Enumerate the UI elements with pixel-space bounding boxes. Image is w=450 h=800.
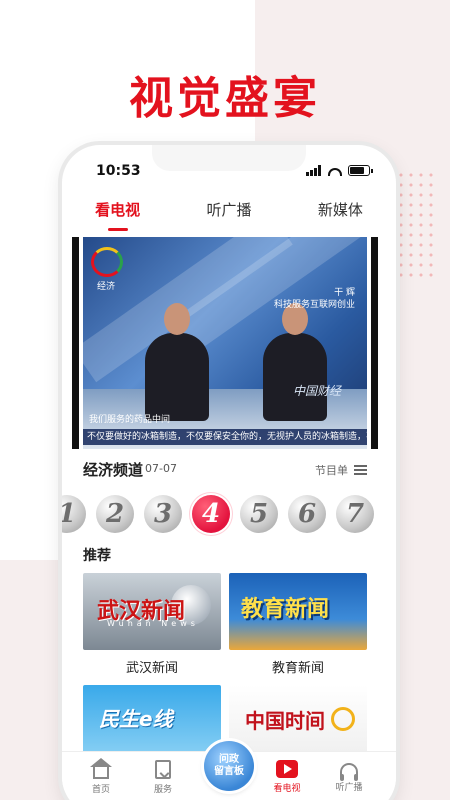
card-label: 教育新闻	[271, 661, 324, 676]
nav-label: 首页	[91, 785, 110, 795]
channel-button-5[interactable]: 5	[240, 495, 278, 533]
schedule-label: 节目单	[315, 464, 348, 477]
recommend-card-education-news[interactable]: 教育新闻 教育新闻	[229, 573, 367, 676]
live-video-player[interactable]: 经济 干 辉 科技服务互联网创业 中国财经 我们服务的药品中间 不仅要做好的冰箱…	[83, 237, 367, 449]
thumbnail-title: 教育新闻	[241, 597, 330, 622]
channel-info-row: 经济频道 07-07 节目单	[83, 459, 367, 479]
list-icon	[354, 465, 367, 475]
channel-button-1[interactable]: 1	[62, 495, 86, 533]
channel-button-2[interactable]: 2	[96, 495, 134, 533]
channel-logo	[91, 247, 123, 277]
battery-icon	[348, 165, 373, 176]
tab-watch-tv[interactable]: 看电视	[62, 199, 173, 233]
phone-frame: 10:53 看电视 听广播 新媒体 经济 干 辉 科技服务互联网创业 中国财经	[62, 145, 396, 800]
signal-icon	[306, 165, 322, 176]
nav-home[interactable]: 首页	[76, 758, 126, 795]
message-board-button[interactable]: 问政 留言板	[204, 741, 254, 791]
tab-new-media[interactable]: 新媒体	[285, 199, 396, 233]
card-thumbnail: 教育新闻	[229, 573, 367, 650]
status-time: 10:53	[96, 163, 141, 179]
wifi-icon	[328, 165, 342, 176]
channel-logo-text: 经济	[97, 282, 116, 292]
channel-button-4[interactable]: 4	[192, 495, 230, 533]
channel-button-6[interactable]: 6	[288, 495, 326, 533]
status-bar: 10:53	[62, 159, 396, 183]
video-guest-label: 干 辉 科技服务互联网创业	[274, 287, 355, 311]
service-icon	[155, 760, 171, 779]
card-thumbnail: 武汉新闻 Wuhan News	[83, 573, 221, 650]
guest-title: 科技服务互联网创业	[273, 300, 355, 310]
nav-service[interactable]: 服务	[138, 760, 188, 795]
clock-icon	[331, 707, 355, 731]
host-figure	[145, 303, 209, 421]
tv-icon	[276, 760, 298, 778]
message-board-line2: 留言板	[214, 766, 244, 777]
tab-listen-radio[interactable]: 听广播	[173, 199, 284, 233]
thumbnail-title: 民生e线	[99, 707, 173, 731]
nav-label: 服务	[153, 785, 172, 795]
home-icon	[90, 758, 112, 779]
video-prev-edge[interactable]	[72, 237, 79, 449]
recommend-title: 推荐	[83, 548, 111, 564]
channel-button-3[interactable]: 3	[144, 495, 182, 533]
channel-name: 经济频道	[83, 461, 144, 479]
top-tab-bar: 看电视 听广播 新媒体	[62, 199, 396, 233]
video-caption-scroll: 不仅要做好的冰箱制造，不仅要保安全你的，无视护人员的冰箱制造，不合冰柱护学生不懂…	[83, 429, 367, 445]
nav-watch-tv[interactable]: 看电视	[262, 760, 312, 794]
video-next-edge[interactable]	[371, 237, 378, 449]
thumbnail-title: 中国时间	[245, 709, 325, 733]
nav-radio[interactable]: 听广播	[324, 760, 374, 793]
schedule-button[interactable]: 节目单	[315, 462, 367, 478]
video-caption-top: 我们服务的药品中间	[89, 415, 171, 425]
nav-label: 看电视	[273, 784, 301, 794]
guest-name: 干 辉	[334, 288, 355, 298]
status-icons	[306, 165, 373, 176]
nav-label: 听广播	[335, 783, 363, 793]
guest-figure	[263, 303, 327, 421]
recommend-card-wuhan-news[interactable]: 武汉新闻 Wuhan News 武汉新闻	[83, 573, 221, 676]
video-watermark: 中国财经	[292, 384, 341, 398]
background-accent	[0, 560, 70, 800]
channel-date: 07-07	[145, 462, 177, 475]
thumbnail-subtitle: Wuhan News	[107, 619, 199, 628]
channel-selector: 1 2 3 4 5 6 7	[62, 495, 394, 535]
promo-headline: 视觉盛宴	[129, 73, 321, 124]
channel-button-7[interactable]: 7	[336, 495, 374, 533]
message-board-line1: 问政	[219, 754, 239, 765]
radio-icon	[340, 763, 358, 781]
card-label: 武汉新闻	[125, 661, 178, 676]
